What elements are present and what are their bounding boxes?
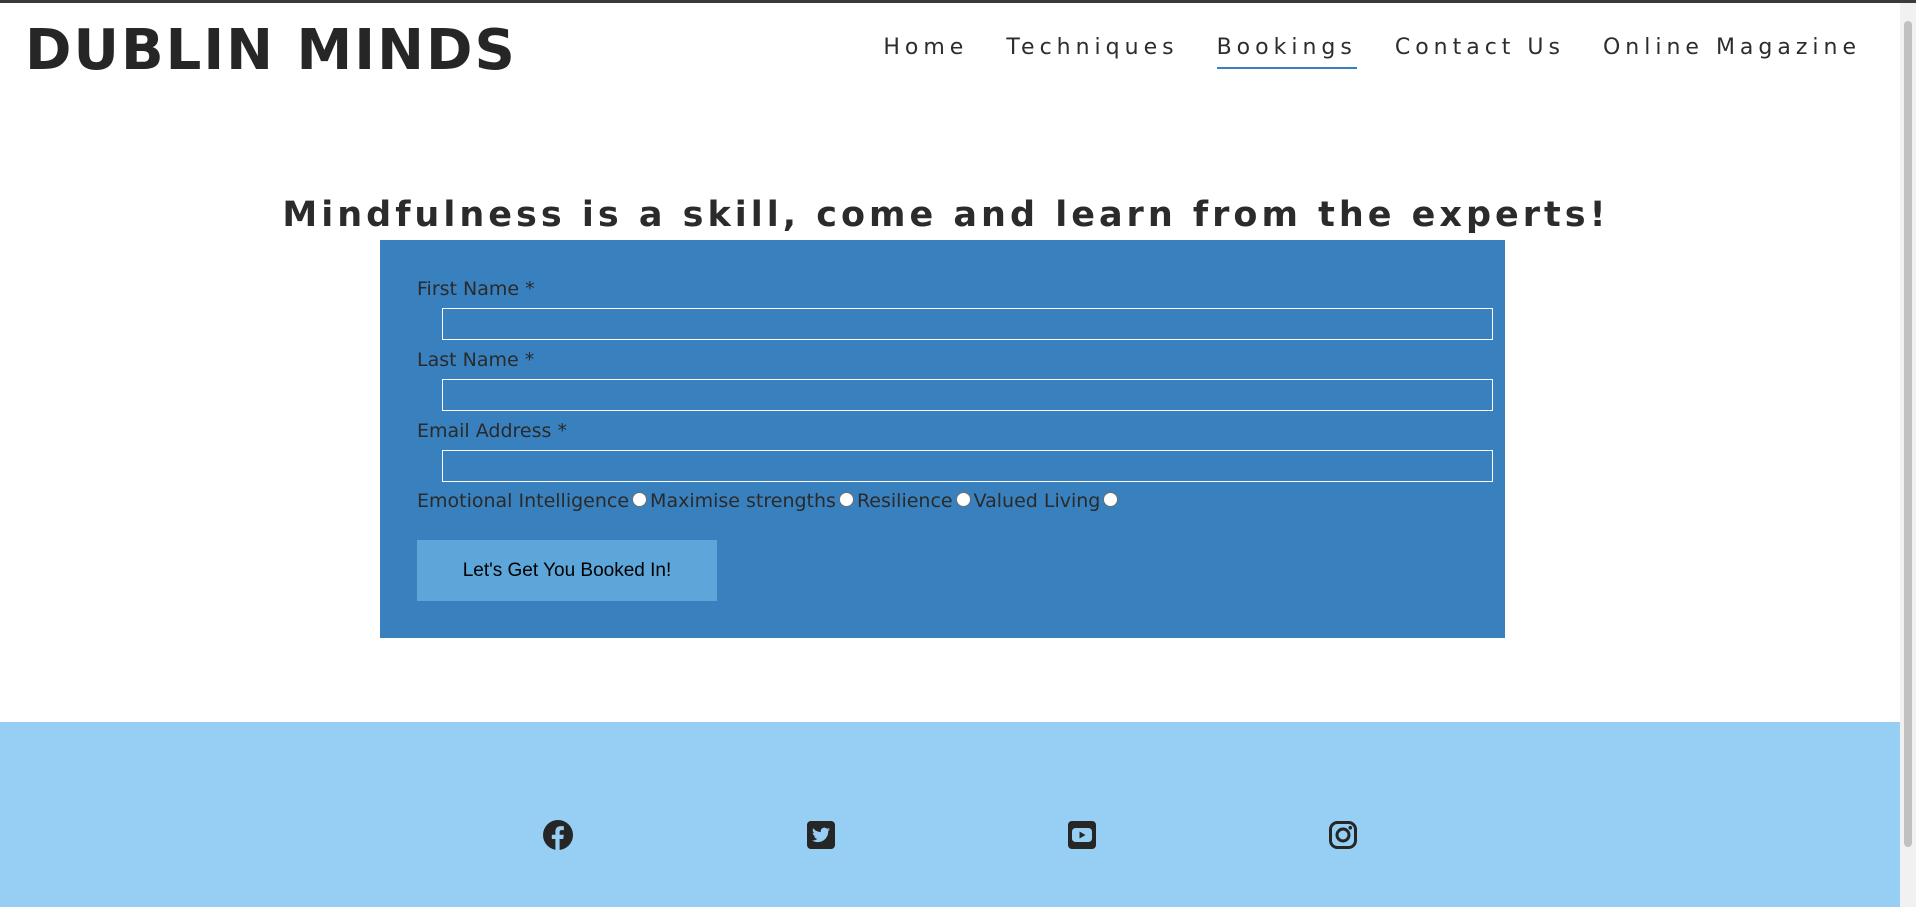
scrollbar-thumb[interactable]: [1904, 21, 1912, 847]
option-maximise-strengths-label: Maximise strengths: [650, 490, 836, 512]
booking-form: First Name * Last Name * Email Address *…: [380, 240, 1505, 638]
nav-bookings-link[interactable]: Bookings: [1216, 31, 1357, 69]
last-name-input[interactable]: [442, 379, 1493, 411]
technique-options: Emotional Intelligence Maximise strength…: [417, 488, 1121, 514]
option-resilience-radio[interactable]: [955, 491, 971, 507]
site-logo[interactable]: DUBLIN MINDS: [25, 14, 517, 88]
page-headline: Mindfulness is a skill, come and learn f…: [282, 195, 1610, 235]
email-label: Email Address *: [417, 420, 567, 442]
option-emotional-intelligence-label: Emotional Intelligence: [417, 490, 630, 512]
nav-home-link[interactable]: Home: [883, 31, 968, 69]
youtube-icon[interactable]: [1065, 818, 1099, 852]
option-valued-living-radio[interactable]: [1103, 491, 1119, 507]
last-name-label: Last Name *: [417, 349, 535, 371]
option-resilience-label: Resilience: [856, 490, 953, 512]
email-input[interactable]: [442, 450, 1493, 482]
main-nav: Home Techniques Bookings Contact Us Onli…: [883, 31, 1861, 69]
option-valued-living-label: Valued Living: [973, 490, 1101, 512]
page-scrollbar[interactable]: [1900, 3, 1916, 907]
site-footer: [0, 722, 1900, 907]
top-border: [0, 0, 1916, 3]
instagram-icon[interactable]: [1326, 818, 1360, 852]
booking-submit-button[interactable]: Let's Get You Booked In!: [417, 540, 717, 601]
nav-magazine-link[interactable]: Online Magazine: [1603, 31, 1861, 69]
nav-contact-link[interactable]: Contact Us: [1395, 31, 1565, 69]
facebook-icon[interactable]: [541, 818, 575, 852]
first-name-input[interactable]: [442, 308, 1493, 340]
twitter-icon[interactable]: [804, 818, 838, 852]
option-emotional-intelligence-radio[interactable]: [632, 491, 648, 507]
first-name-label: First Name *: [417, 278, 535, 300]
option-maximise-strengths-radio[interactable]: [838, 491, 854, 507]
nav-techniques-link[interactable]: Techniques: [1006, 31, 1178, 69]
